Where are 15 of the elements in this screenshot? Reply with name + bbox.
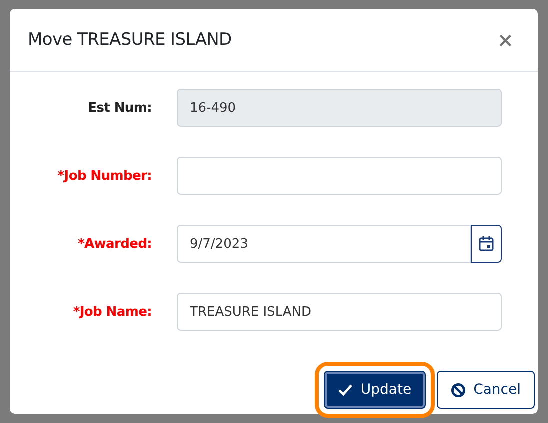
date-field[interactable]: 9/7/2023 bbox=[177, 225, 471, 263]
close-button[interactable]: × bbox=[493, 28, 518, 52]
check-icon bbox=[338, 384, 353, 396]
input-field[interactable] bbox=[177, 157, 502, 195]
input-field[interactable]: TREASURE ISLAND bbox=[177, 293, 502, 331]
dialog-title: Move TREASURE ISLAND bbox=[28, 30, 232, 50]
field-label: Est Num: bbox=[87, 100, 153, 116]
calendar-icon bbox=[479, 236, 494, 252]
field-label: *Job Number: bbox=[56, 168, 153, 184]
field-label: *Job Name: bbox=[72, 304, 153, 320]
field-label: *Awarded: bbox=[77, 236, 153, 252]
ban-icon bbox=[450, 382, 466, 398]
input-field[interactable]: 16-490 bbox=[177, 89, 502, 127]
calendar-button[interactable] bbox=[471, 225, 502, 263]
cancel-button[interactable]: Cancel bbox=[436, 371, 535, 409]
